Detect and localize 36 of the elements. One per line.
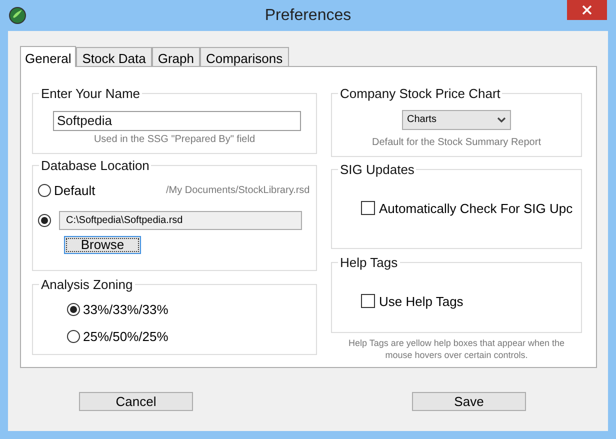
group-title: Enter Your Name — [40, 85, 142, 103]
chevron-down-icon — [497, 116, 506, 122]
radio-button[interactable] — [38, 184, 51, 197]
group-title: Analysis Zoning — [40, 276, 134, 294]
checkbox[interactable] — [361, 294, 375, 308]
checkbox-label: Use Help Tags — [379, 292, 464, 311]
help-note: Help Tags are yellow help boxes that appear when the mouse hovers over certain controls. — [348, 337, 566, 361]
browse-button[interactable]: Browse — [64, 236, 141, 254]
radio-label: Default — [54, 182, 96, 200]
close-icon — [582, 5, 592, 15]
radio-label: 33%/33%/33% — [83, 300, 168, 319]
tab[interactable]: Stock Data — [76, 47, 152, 66]
radio-label: 25%/50%/25% — [83, 328, 168, 346]
checkbox[interactable] — [361, 201, 375, 216]
radio-button[interactable] — [38, 214, 51, 227]
window-title: Preferences — [264, 6, 352, 26]
app-globe-icon — [9, 7, 26, 24]
chart-dropdown[interactable]: Charts — [402, 110, 511, 130]
group-title: Database Location — [40, 157, 150, 175]
dialog-button[interactable]: Cancel — [79, 392, 193, 411]
field-hint: Default for the Stock Summary Report — [371, 136, 542, 150]
group-title: Help Tags — [339, 254, 399, 272]
tab[interactable]: General — [20, 46, 76, 67]
dialog-button[interactable]: Save — [412, 392, 526, 411]
radio-button[interactable] — [67, 303, 80, 316]
group-title: SIG Updates — [339, 161, 416, 179]
group-title: Company Stock Price Chart — [339, 85, 502, 103]
checkbox-label: Automatically Check For SIG Upc — [379, 200, 573, 218]
tab[interactable]: Graph — [152, 47, 200, 66]
tab[interactable]: Comparisons — [200, 47, 289, 66]
name-field[interactable]: Softpedia — [53, 110, 301, 130]
default-path: /My Documents/StockLibrary.rsd — [166, 184, 310, 198]
radio-button[interactable] — [67, 330, 80, 343]
field-hint: Used in the SSG "Prepared By" field — [92, 132, 256, 146]
path-field[interactable]: C:\Softpedia\Softpedia.rsd — [59, 211, 302, 230]
close-button[interactable] — [567, 0, 607, 20]
